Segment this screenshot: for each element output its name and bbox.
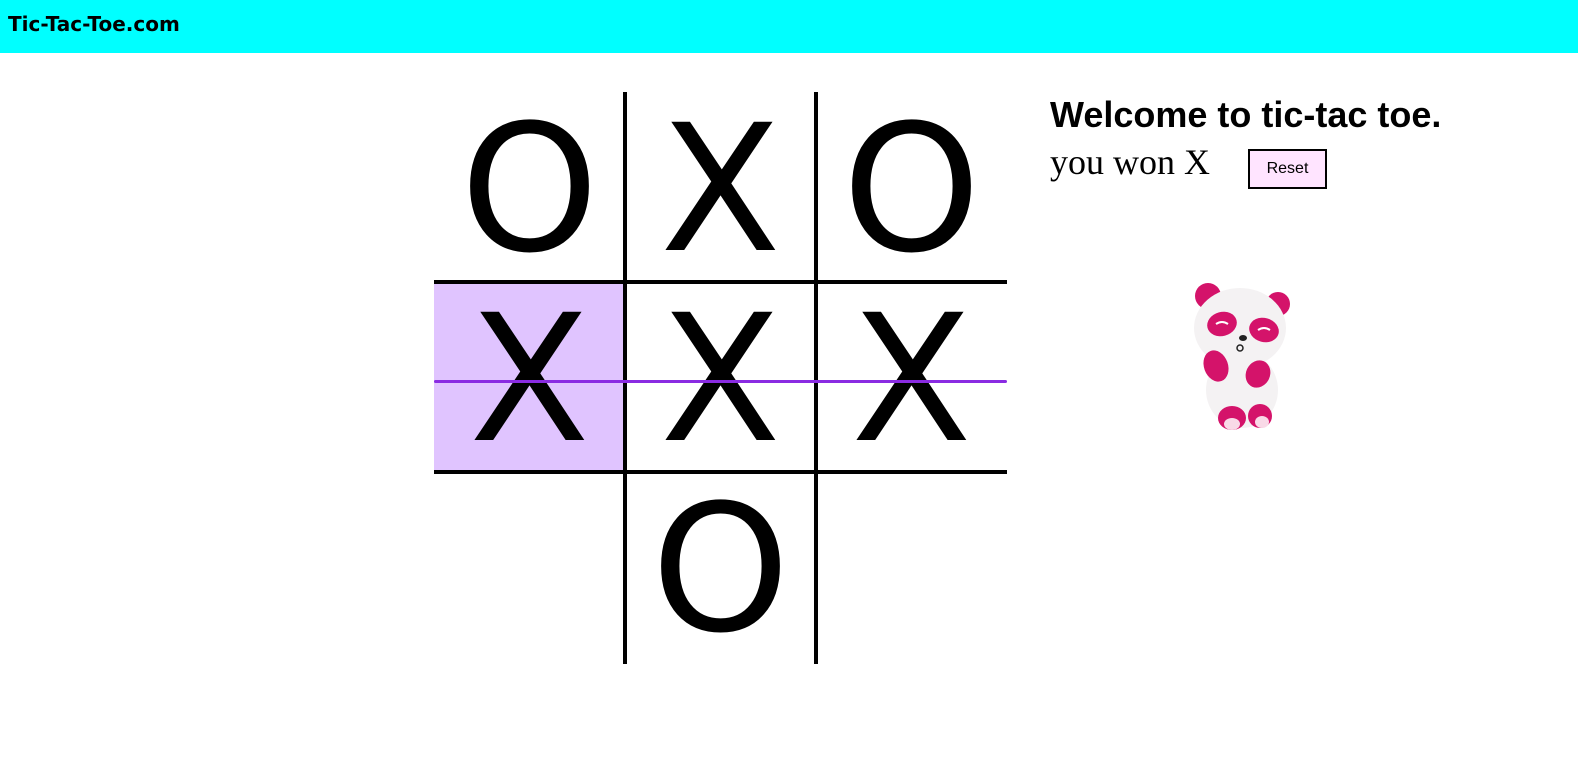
welcome-heading: Welcome to tic-tac toe.	[1050, 94, 1442, 135]
board-cell-1-top[interactable]: X	[625, 92, 816, 282]
board-cell-6[interactable]	[434, 472, 625, 662]
cell-mark: O	[842, 87, 981, 292]
grid-line-horizontal-2	[434, 470, 1007, 474]
grid-line-vertical-2	[814, 92, 818, 664]
cell-mark: X	[660, 87, 781, 292]
grid-line-horizontal-1	[434, 280, 1007, 284]
board-cell-2[interactable]: O	[816, 92, 1007, 282]
game-board: X O X O X X O	[434, 92, 1007, 664]
panda-mascot-icon	[1194, 283, 1290, 430]
winning-line	[434, 380, 1007, 383]
top-bar: Tic-Tac-Toe.com	[0, 0, 1578, 53]
board-cell-5[interactable]: X	[816, 282, 1007, 472]
board-cell-4[interactable]: X	[625, 282, 816, 472]
board-cell-0[interactable]: O	[434, 92, 625, 282]
board-cell-7[interactable]: O	[625, 472, 816, 662]
board-cell-8[interactable]	[816, 472, 1007, 662]
game-status: you won X	[1050, 142, 1210, 182]
grid-line-vertical-1	[623, 92, 627, 664]
board-cell-1[interactable]: X	[434, 282, 625, 472]
cell-mark: O	[651, 467, 790, 672]
site-title: Tic-Tac-Toe.com	[8, 12, 180, 36]
cell-mark: O	[460, 87, 599, 292]
reset-button[interactable]: Reset	[1248, 149, 1327, 189]
